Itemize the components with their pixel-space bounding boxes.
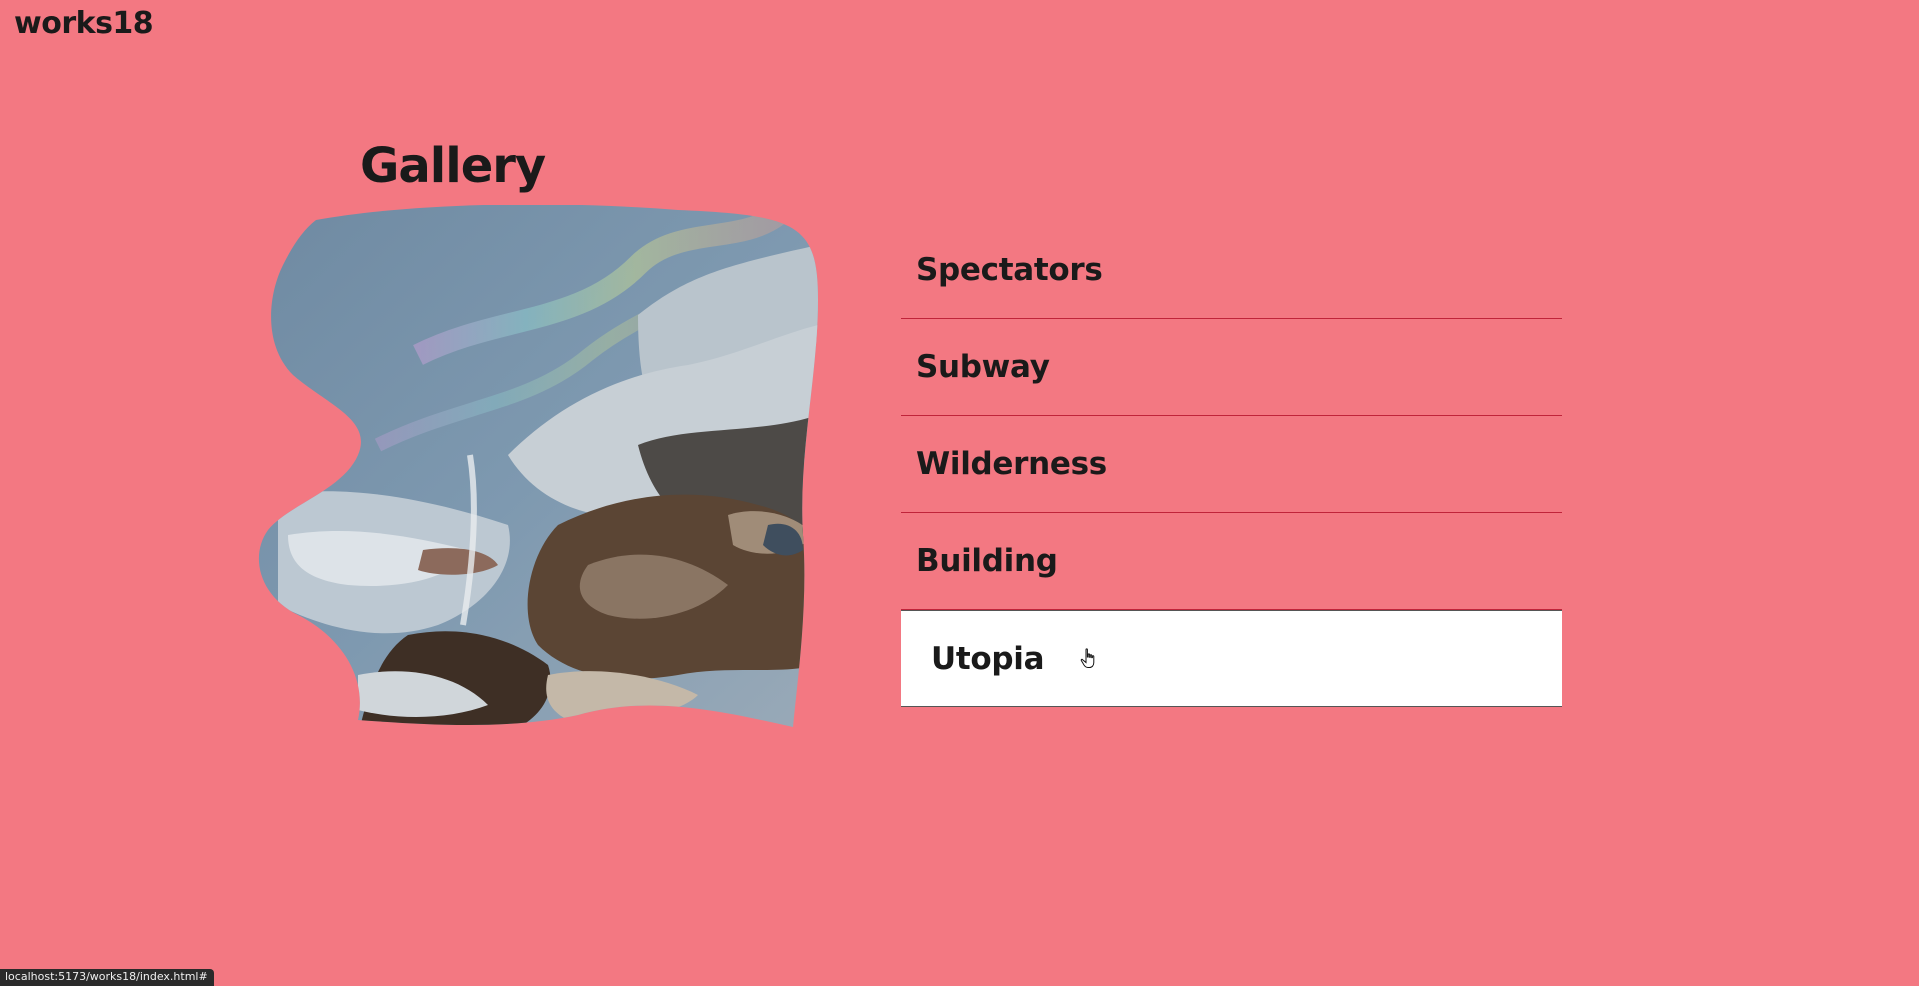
hand-pointer-icon bbox=[1080, 648, 1095, 668]
menu-item-label: Spectators bbox=[916, 252, 1103, 288]
gallery-menu: Spectators Subway Wilderness Building Ut… bbox=[901, 222, 1562, 707]
gallery-title: Gallery bbox=[360, 138, 546, 194]
gallery-image[interactable] bbox=[258, 205, 828, 735]
menu-item-building[interactable]: Building bbox=[901, 513, 1562, 610]
menu-item-label: Building bbox=[916, 543, 1058, 579]
menu-item-subway[interactable]: Subway bbox=[901, 319, 1562, 416]
page: works18 Gallery Spectators Subway Wilder… bbox=[0, 0, 1919, 986]
menu-item-label: Wilderness bbox=[916, 446, 1107, 482]
menu-item-wilderness[interactable]: Wilderness bbox=[901, 416, 1562, 513]
site-title[interactable]: works18 bbox=[14, 6, 154, 41]
menu-item-label: Utopia bbox=[931, 640, 1045, 677]
menu-item-spectators[interactable]: Spectators bbox=[901, 222, 1562, 319]
menu-item-label: Subway bbox=[916, 349, 1050, 385]
menu-item-utopia[interactable]: Utopia bbox=[901, 610, 1562, 707]
status-bar-url: localhost:5173/works18/index.html# bbox=[0, 969, 214, 986]
